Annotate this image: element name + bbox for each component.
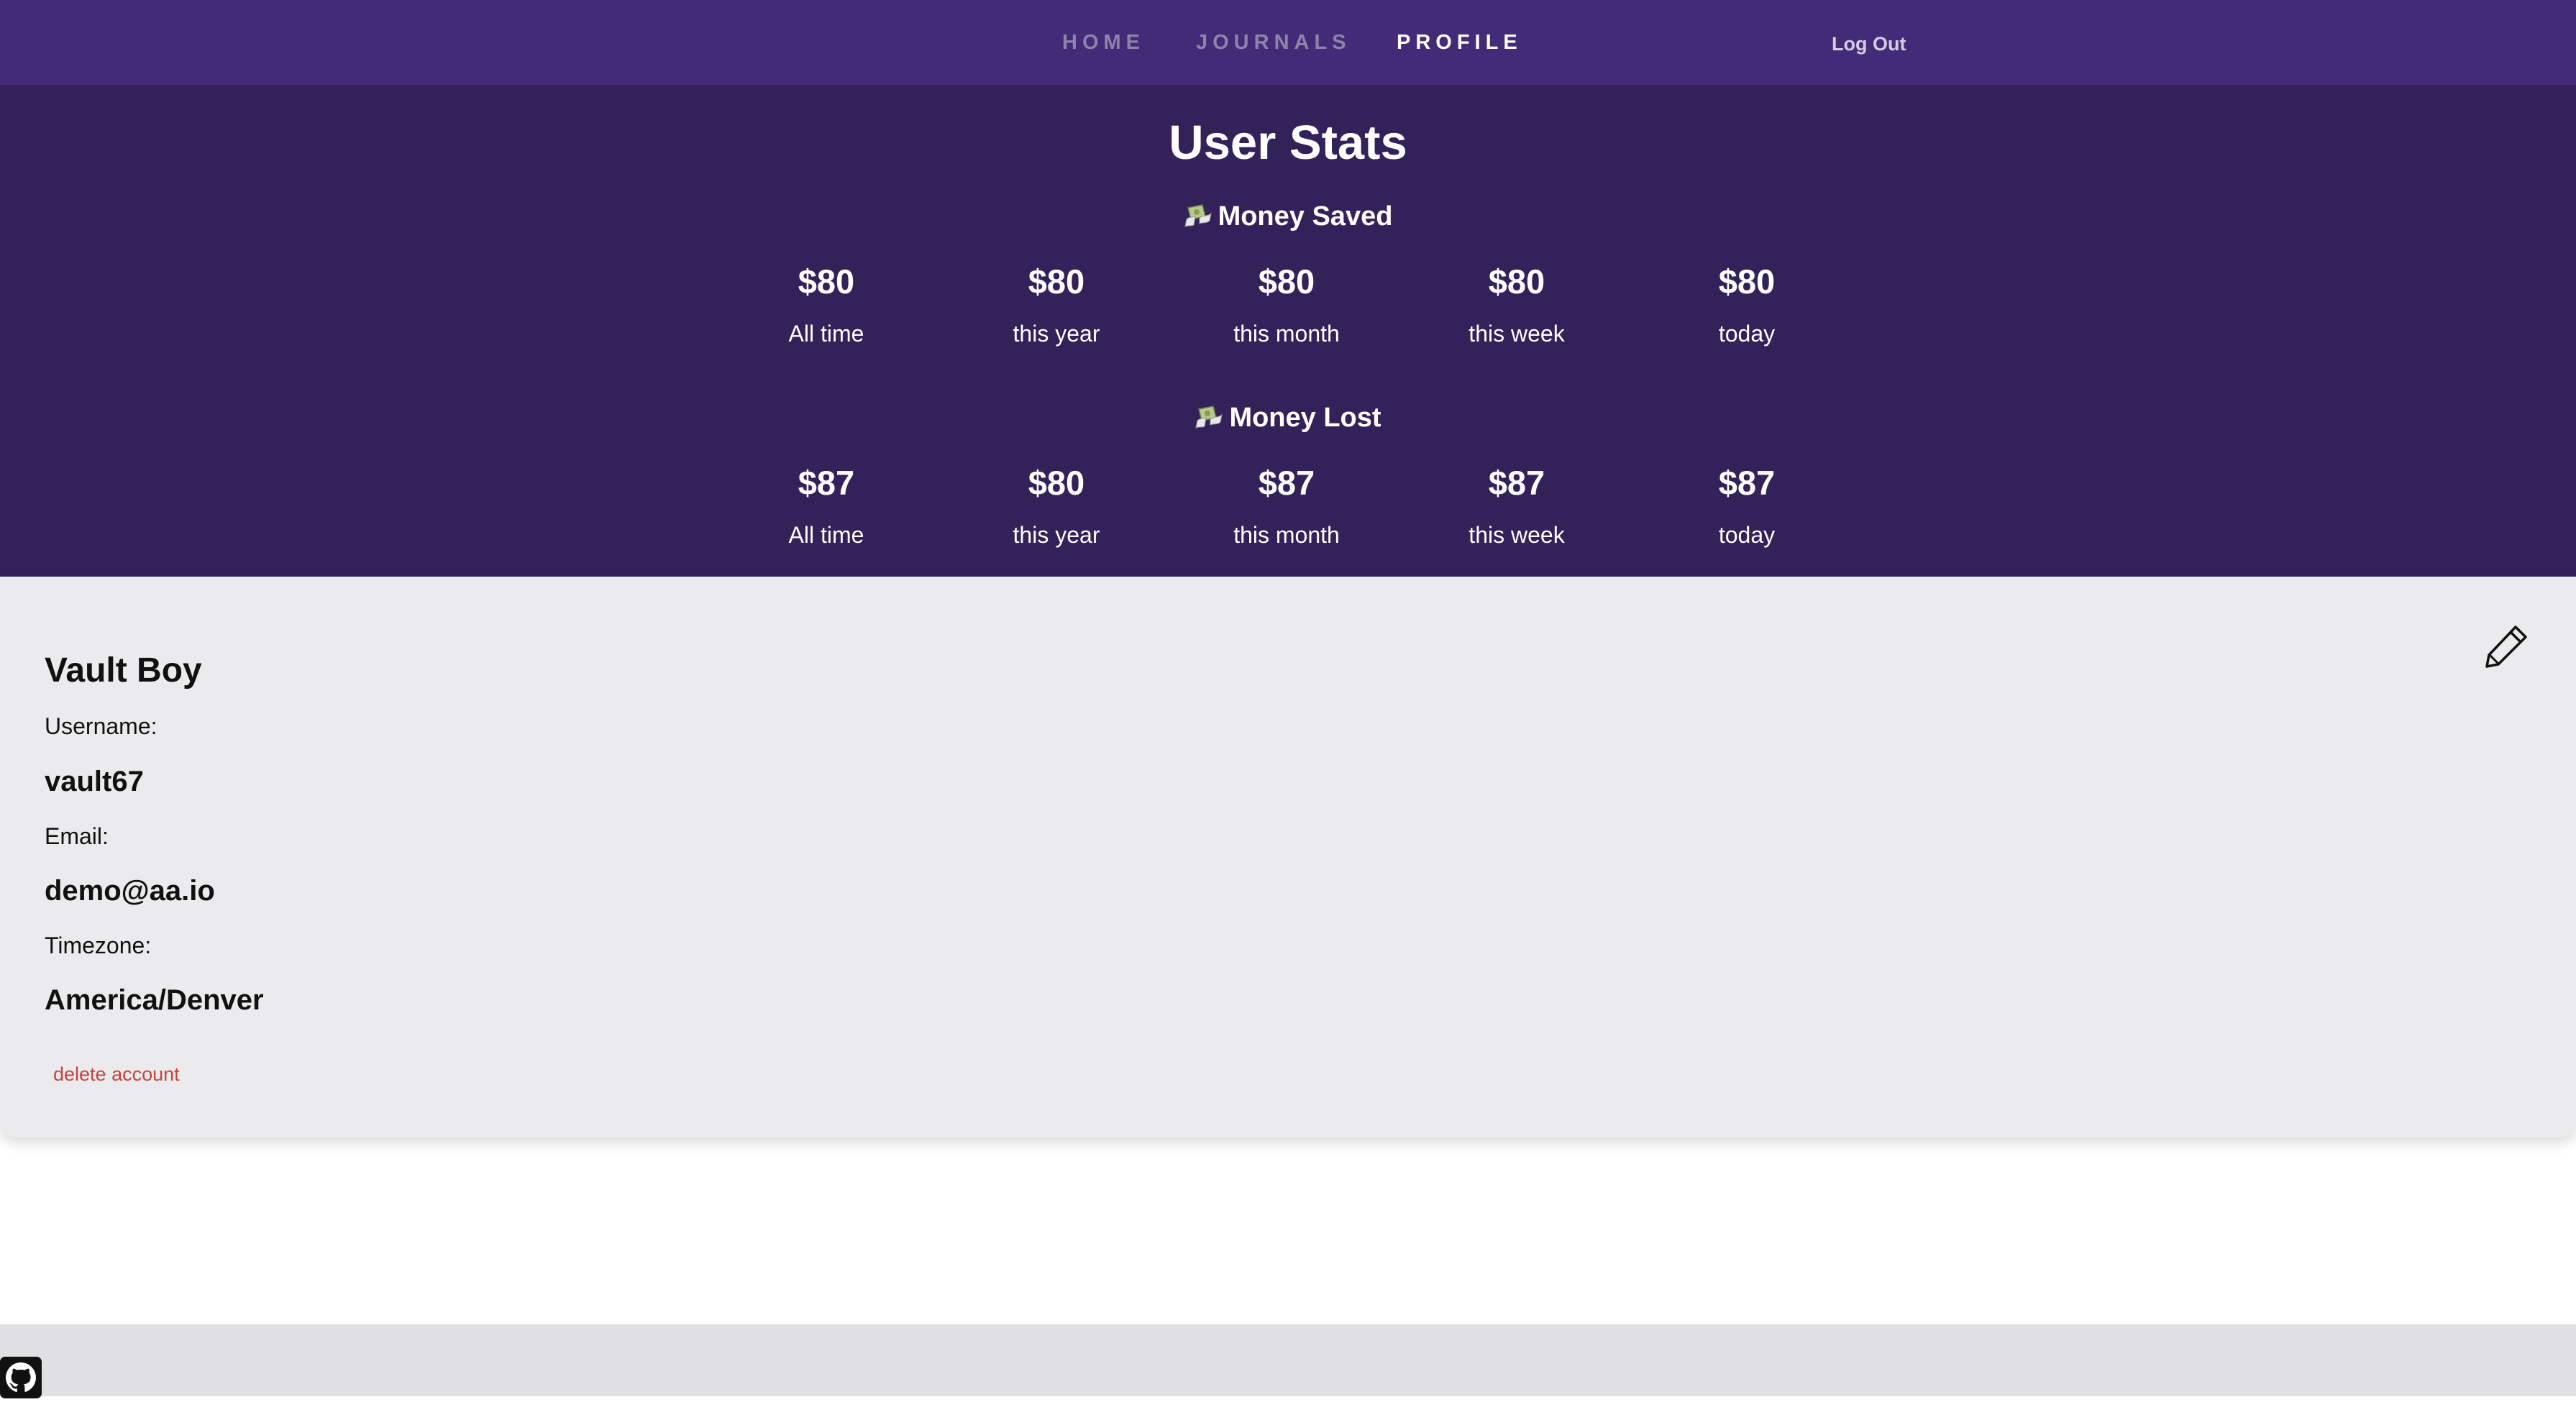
footer xyxy=(0,1324,2576,1398)
nav-link-home[interactable]: HOME xyxy=(1062,0,1145,85)
stat-label: this month xyxy=(1233,321,1340,347)
stat-label: this week xyxy=(1469,522,1565,548)
lost-stat-all-time: $87 All time xyxy=(711,463,941,549)
stats-title: User Stats xyxy=(1169,116,1407,170)
user-stats-section: User Stats Money Saved $80 All time $80 … xyxy=(0,85,2576,577)
money-lost-heading: Money Lost xyxy=(0,403,2576,436)
stat-value: $80 xyxy=(798,262,855,301)
saved-stat-this-month: $80 this month xyxy=(1171,262,1402,348)
saved-stat-today: $80 today xyxy=(1632,262,1862,348)
top-nav: HOME JOURNALS PROFILE Log Out xyxy=(0,0,2576,85)
stat-label: All time xyxy=(788,321,864,347)
lost-stat-this-month: $87 this month xyxy=(1171,463,1402,549)
stat-label: All time xyxy=(788,522,864,548)
pencil-icon[interactable] xyxy=(2483,621,2531,670)
timezone-label: Timezone: xyxy=(45,933,152,958)
lost-stat-this-year: $80 this year xyxy=(941,463,1171,549)
stat-value: $87 xyxy=(798,464,855,502)
username-label: Username: xyxy=(45,713,157,739)
money-saved-label: Money Saved xyxy=(1218,201,1393,232)
profile-card: Vault Boy Username: vault67 Email: demo@… xyxy=(0,577,2576,1137)
stat-label: this month xyxy=(1233,522,1340,548)
email-value: demo@aa.io xyxy=(45,875,215,907)
saved-stat-this-week: $80 this week xyxy=(1402,262,1632,348)
stat-value: $80 xyxy=(1488,262,1545,301)
stat-value: $80 xyxy=(1028,262,1085,301)
username-value: vault67 xyxy=(45,766,144,797)
email-label: Email: xyxy=(45,823,109,849)
stat-label: this year xyxy=(1013,321,1100,347)
stat-value: $80 xyxy=(1028,464,1085,502)
saved-stat-this-year: $80 this year xyxy=(941,262,1171,348)
delete-account-link[interactable]: delete account xyxy=(53,1063,180,1086)
stat-value: $87 xyxy=(1258,464,1315,502)
profile-name: Vault Boy xyxy=(45,651,202,689)
stat-value: $87 xyxy=(1718,464,1776,502)
stat-label: this week xyxy=(1469,321,1565,347)
stat-value: $80 xyxy=(1258,262,1315,301)
nav-link-profile[interactable]: PROFILE xyxy=(1397,0,1522,85)
lost-stat-this-week: $87 this week xyxy=(1402,463,1632,549)
stat-label: today xyxy=(1718,522,1776,548)
timezone-value: America/Denver xyxy=(45,984,264,1016)
money-with-wings-icon xyxy=(1184,203,1212,235)
nav-link-journals[interactable]: JOURNALS xyxy=(1196,0,1351,85)
stat-label: this year xyxy=(1013,522,1100,548)
stat-value: $80 xyxy=(1718,262,1776,301)
stat-value: $87 xyxy=(1488,464,1545,502)
logout-button[interactable]: Log Out xyxy=(1832,0,1906,85)
stat-label: today xyxy=(1718,321,1776,347)
github-icon[interactable] xyxy=(0,1357,42,1398)
money-with-wings-icon xyxy=(1195,405,1223,436)
saved-stat-all-time: $80 All time xyxy=(711,262,941,348)
lost-stat-today: $87 today xyxy=(1632,463,1862,549)
money-saved-heading: Money Saved xyxy=(0,201,2576,235)
money-lost-label: Money Lost xyxy=(1229,403,1381,433)
